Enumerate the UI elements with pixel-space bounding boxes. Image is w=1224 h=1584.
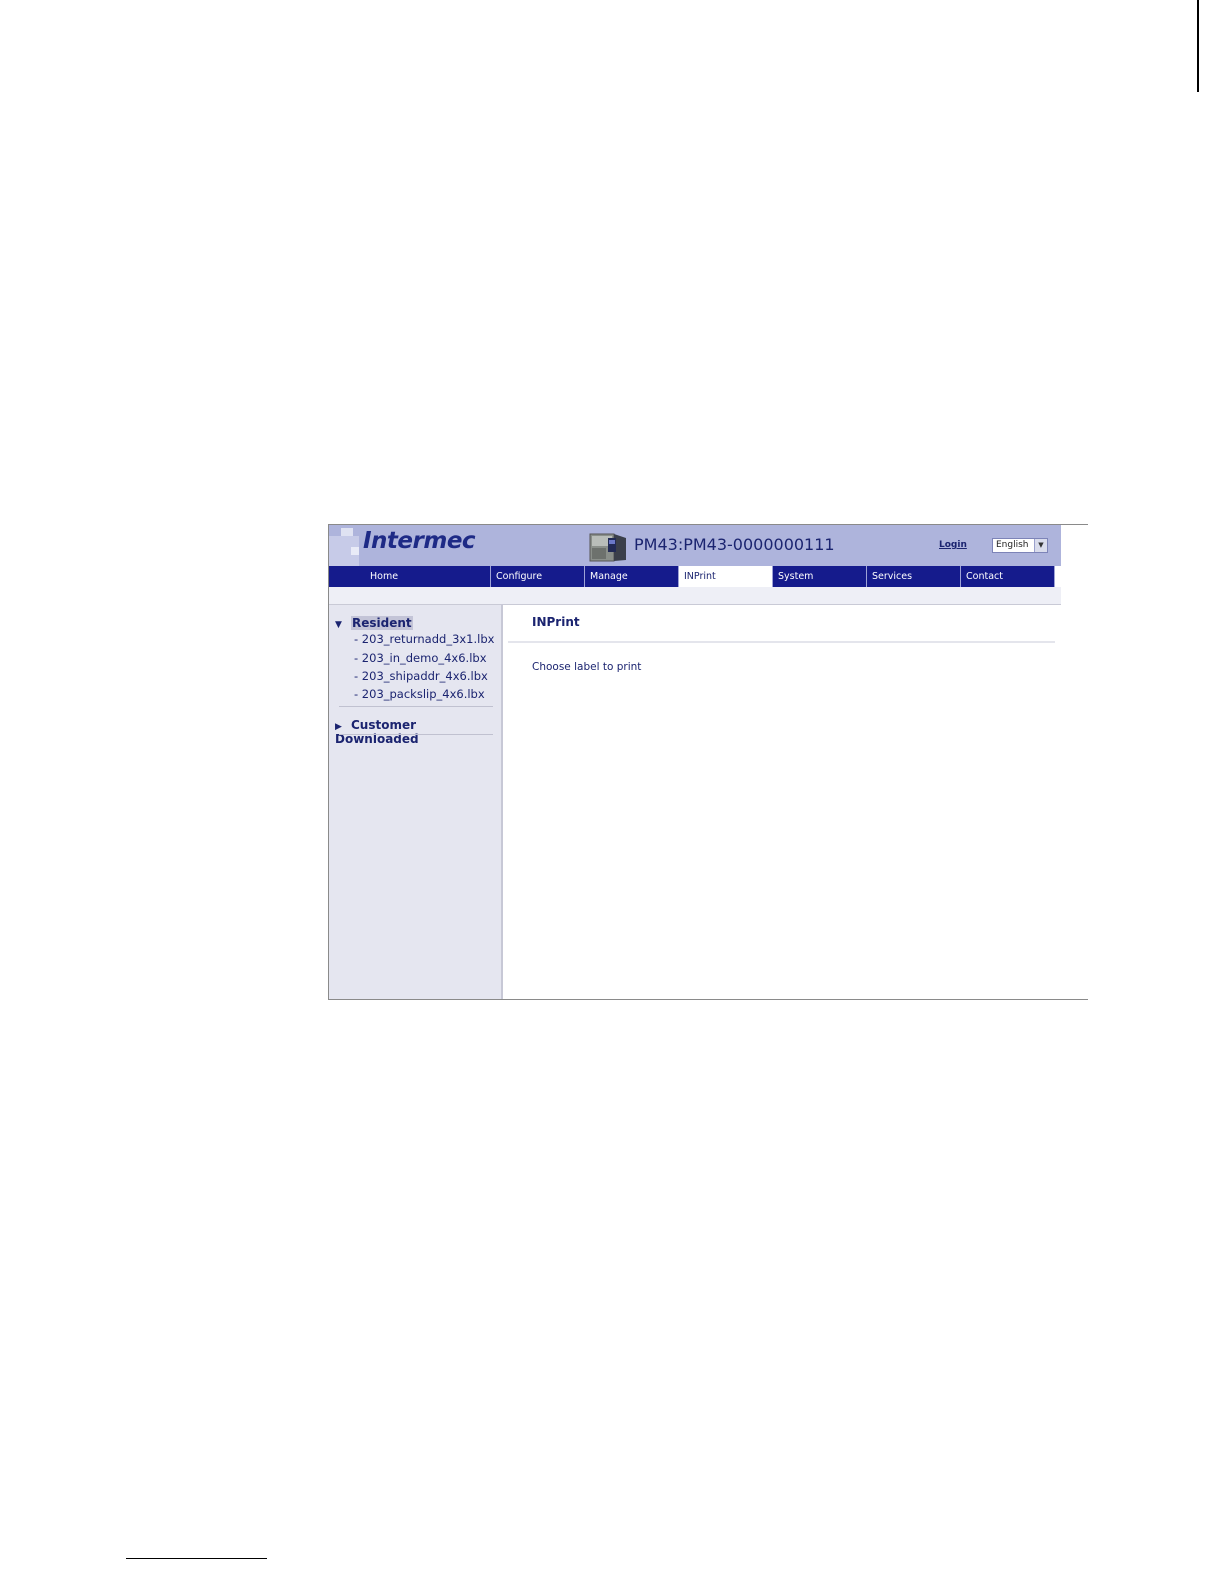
title-divider xyxy=(508,641,1055,643)
label-file-item[interactable]: - 203_returnadd_3x1.lbx xyxy=(354,632,494,646)
content-panel: INPrint Choose label to print xyxy=(503,604,1061,999)
label-file-item[interactable]: - 203_packslip_4x6.lbx xyxy=(354,687,485,701)
tab-contact[interactable]: Contact xyxy=(961,566,1055,587)
browser-screenshot: Intermec PM43:PM43-0000000111 Login Engl… xyxy=(328,524,1088,1000)
language-value: English xyxy=(996,540,1029,550)
sidebar: ▼ Resident - 203_returnadd_3x1.lbx - 203_… xyxy=(329,604,503,999)
instruction-text: Choose label to print xyxy=(532,661,642,673)
sub-bar xyxy=(329,587,1061,604)
page-title: INPrint xyxy=(532,615,580,629)
device-title: PM43:PM43-0000000111 xyxy=(634,535,835,554)
tab-system-information[interactable]: System Information xyxy=(773,566,867,603)
decorative-square xyxy=(351,547,359,555)
printer-icon xyxy=(589,533,626,562)
tab-services[interactable]: Services xyxy=(867,566,961,587)
tree-divider xyxy=(339,706,493,707)
page-edge-rule-bottom xyxy=(126,1558,267,1559)
tree-divider xyxy=(339,734,493,735)
login-link[interactable]: Login xyxy=(939,540,967,550)
decorative-square xyxy=(341,528,353,536)
header-bar: Intermec PM43:PM43-0000000111 Login Engl… xyxy=(329,525,1061,566)
tab-home[interactable]: Home xyxy=(329,566,491,587)
tab-manage[interactable]: Manage xyxy=(585,566,679,587)
tab-configure[interactable]: Configure xyxy=(491,566,585,587)
triangle-right-icon[interactable]: ▶ xyxy=(335,722,351,732)
tree-node-resident[interactable]: ▼ Resident xyxy=(335,616,413,630)
main-nav: Home Configure Manage INPrint System Inf… xyxy=(329,566,1055,603)
language-select[interactable]: English ▼ xyxy=(992,538,1048,553)
intermec-logo: Intermec xyxy=(363,528,476,554)
page-edge-rule-top xyxy=(1197,0,1199,92)
triangle-down-icon[interactable]: ▼ xyxy=(335,620,351,630)
label-file-item[interactable]: - 203_in_demo_4x6.lbx xyxy=(354,651,487,665)
label-file-item[interactable]: - 203_shipaddr_4x6.lbx xyxy=(354,669,488,683)
tab-inprint[interactable]: INPrint xyxy=(679,566,773,587)
tree-node-customer-downloaded[interactable]: ▶ Customer Downloaded xyxy=(335,718,501,746)
chevron-down-icon[interactable]: ▼ xyxy=(1034,539,1047,552)
tree-node-label: Resident xyxy=(351,616,413,630)
